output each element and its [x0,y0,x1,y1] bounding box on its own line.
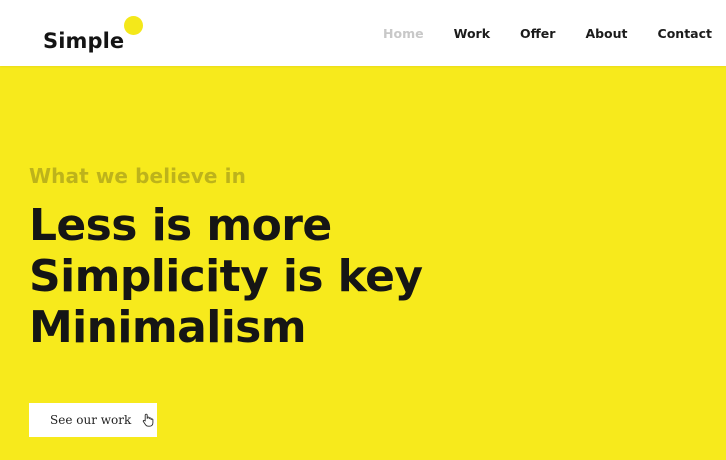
see-our-work-button[interactable]: See our work [29,403,157,437]
site-header: Simple Home Work Offer About Contact [0,0,726,66]
hero-section: What we believe in Less is more Simplici… [29,160,423,353]
logo-badge [124,16,143,35]
hand-pointer-icon [141,413,155,427]
main-nav: Home Work Offer About Contact [383,0,712,66]
see-our-work-label: See our work [50,413,132,427]
headline-line-3: Minimalism [29,302,307,353]
headline-line-2: Simplicity is key [29,251,423,302]
nav-about[interactable]: About [585,26,627,41]
hero-kicker: What we believe in [29,164,246,188]
nav-contact[interactable]: Contact [658,26,712,41]
hero-headline: Less is more Simplicity is key Minimalis… [29,200,423,353]
nav-work[interactable]: Work [454,26,490,41]
logo-text: Simple [43,29,125,53]
headline-line-1: Less is more [29,200,332,251]
nav-home[interactable]: Home [383,26,424,41]
logo[interactable]: Simple [43,16,143,53]
nav-offer[interactable]: Offer [520,26,555,41]
